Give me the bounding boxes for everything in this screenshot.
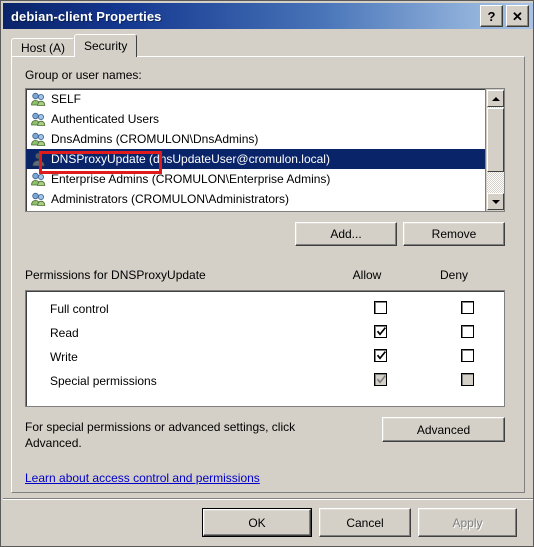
footer-separator (3, 498, 533, 500)
group-icon (30, 211, 47, 212)
list-item-selected[interactable]: DNSProxyUpdate (dnsUpdateUser@cromulon.l… (26, 149, 485, 169)
allow-checkbox-write[interactable] (374, 349, 387, 362)
ok-button[interactable]: OK (202, 508, 312, 537)
scroll-up-icon[interactable] (487, 90, 504, 107)
deny-checkbox-write[interactable] (461, 349, 474, 362)
permission-row: Read (26, 321, 504, 345)
permission-label: Full control (50, 302, 109, 316)
scrollbar-thumb[interactable] (487, 108, 504, 172)
allow-checkbox-full-control[interactable] (374, 301, 387, 314)
deny-checkbox-special-permissions (461, 373, 474, 386)
allow-checkbox-special-permissions (374, 373, 387, 386)
group-icon (30, 191, 47, 207)
group-user-list[interactable]: SELF Authenticated Users DnsAdmins (CROM… (25, 88, 505, 212)
tab-strip: Host (A) Security (11, 34, 525, 57)
add-button[interactable]: Add... (295, 222, 397, 246)
list-item[interactable]: Enterprise Admins (CROMULON\Enterprise A… (26, 169, 485, 189)
permission-label: Write (50, 350, 78, 364)
list-item-label: Administrators (CROMULON\Administrators) (51, 192, 290, 206)
window-title: debian-client Properties (11, 8, 162, 24)
group-icon (30, 131, 47, 147)
permission-label: Read (50, 326, 79, 340)
list-item-label: DnsAdmins (CROMULON\DnsAdmins) (51, 132, 259, 146)
title-bar[interactable]: debian-client Properties ? ✕ (3, 3, 533, 29)
permission-row: Write (26, 345, 504, 369)
list-item[interactable]: SELF (26, 89, 485, 109)
deny-checkbox-read[interactable] (461, 325, 474, 338)
scroll-down-icon[interactable] (487, 193, 504, 210)
learn-about-access-control-link[interactable]: Learn about access control and permissio… (25, 471, 260, 485)
close-icon[interactable]: ✕ (506, 5, 529, 27)
tab-host-a[interactable]: Host (A) (11, 38, 76, 57)
list-item-label: DNSProxyUpdate (dnsUpdateUser@cromulon.l… (51, 152, 330, 166)
group-icon (30, 111, 47, 127)
permission-row: Full control (26, 297, 504, 321)
group-or-user-names-label: Group or user names: (25, 68, 142, 82)
allow-column-header: Allow (352, 268, 382, 282)
deny-column-header: Deny (439, 268, 468, 282)
security-tab-panel: Group or user names: SELF Authenticated … (11, 56, 525, 493)
remove-button[interactable]: Remove (403, 222, 505, 246)
ok-button-label: OK (203, 509, 311, 536)
permissions-for-label: Permissions for DNSProxyUpdate (25, 268, 206, 282)
properties-dialog: debian-client Properties ? ✕ Host (A) Se… (0, 0, 534, 547)
permission-row: Special permissions (26, 369, 504, 393)
list-scrollbar[interactable] (485, 89, 504, 211)
user-icon (30, 151, 47, 167)
advanced-button[interactable]: Advanced (382, 417, 505, 442)
permissions-list: Full control Read Write Special permissi… (25, 290, 505, 407)
list-item-label: Enterprise Admins (CROMULON\Enterprise A… (51, 172, 331, 186)
advanced-note-line1: For special permissions or advanced sett… (25, 420, 296, 434)
list-item[interactable]: Authenticated Users (26, 109, 485, 129)
list-item-label: Authenticated Users (51, 112, 160, 126)
list-item-label: SELF (51, 92, 82, 106)
list-item-partial[interactable] (26, 209, 485, 212)
deny-checkbox-full-control[interactable] (461, 301, 474, 314)
apply-button: Apply (418, 508, 517, 537)
help-button[interactable]: ? (480, 5, 503, 27)
list-item[interactable]: DnsAdmins (CROMULON\DnsAdmins) (26, 129, 485, 149)
permission-label: Special permissions (50, 374, 157, 388)
allow-checkbox-read[interactable] (374, 325, 387, 338)
group-user-list-rows: SELF Authenticated Users DnsAdmins (CROM… (26, 89, 485, 212)
title-bar-buttons: ? ✕ (480, 5, 529, 27)
group-icon (30, 91, 47, 107)
advanced-note-line2: Advanced. (25, 436, 82, 450)
group-icon (30, 171, 47, 187)
tab-security[interactable]: Security (74, 34, 138, 57)
cancel-button[interactable]: Cancel (319, 508, 411, 537)
list-item[interactable]: Administrators (CROMULON\Administrators) (26, 189, 485, 209)
